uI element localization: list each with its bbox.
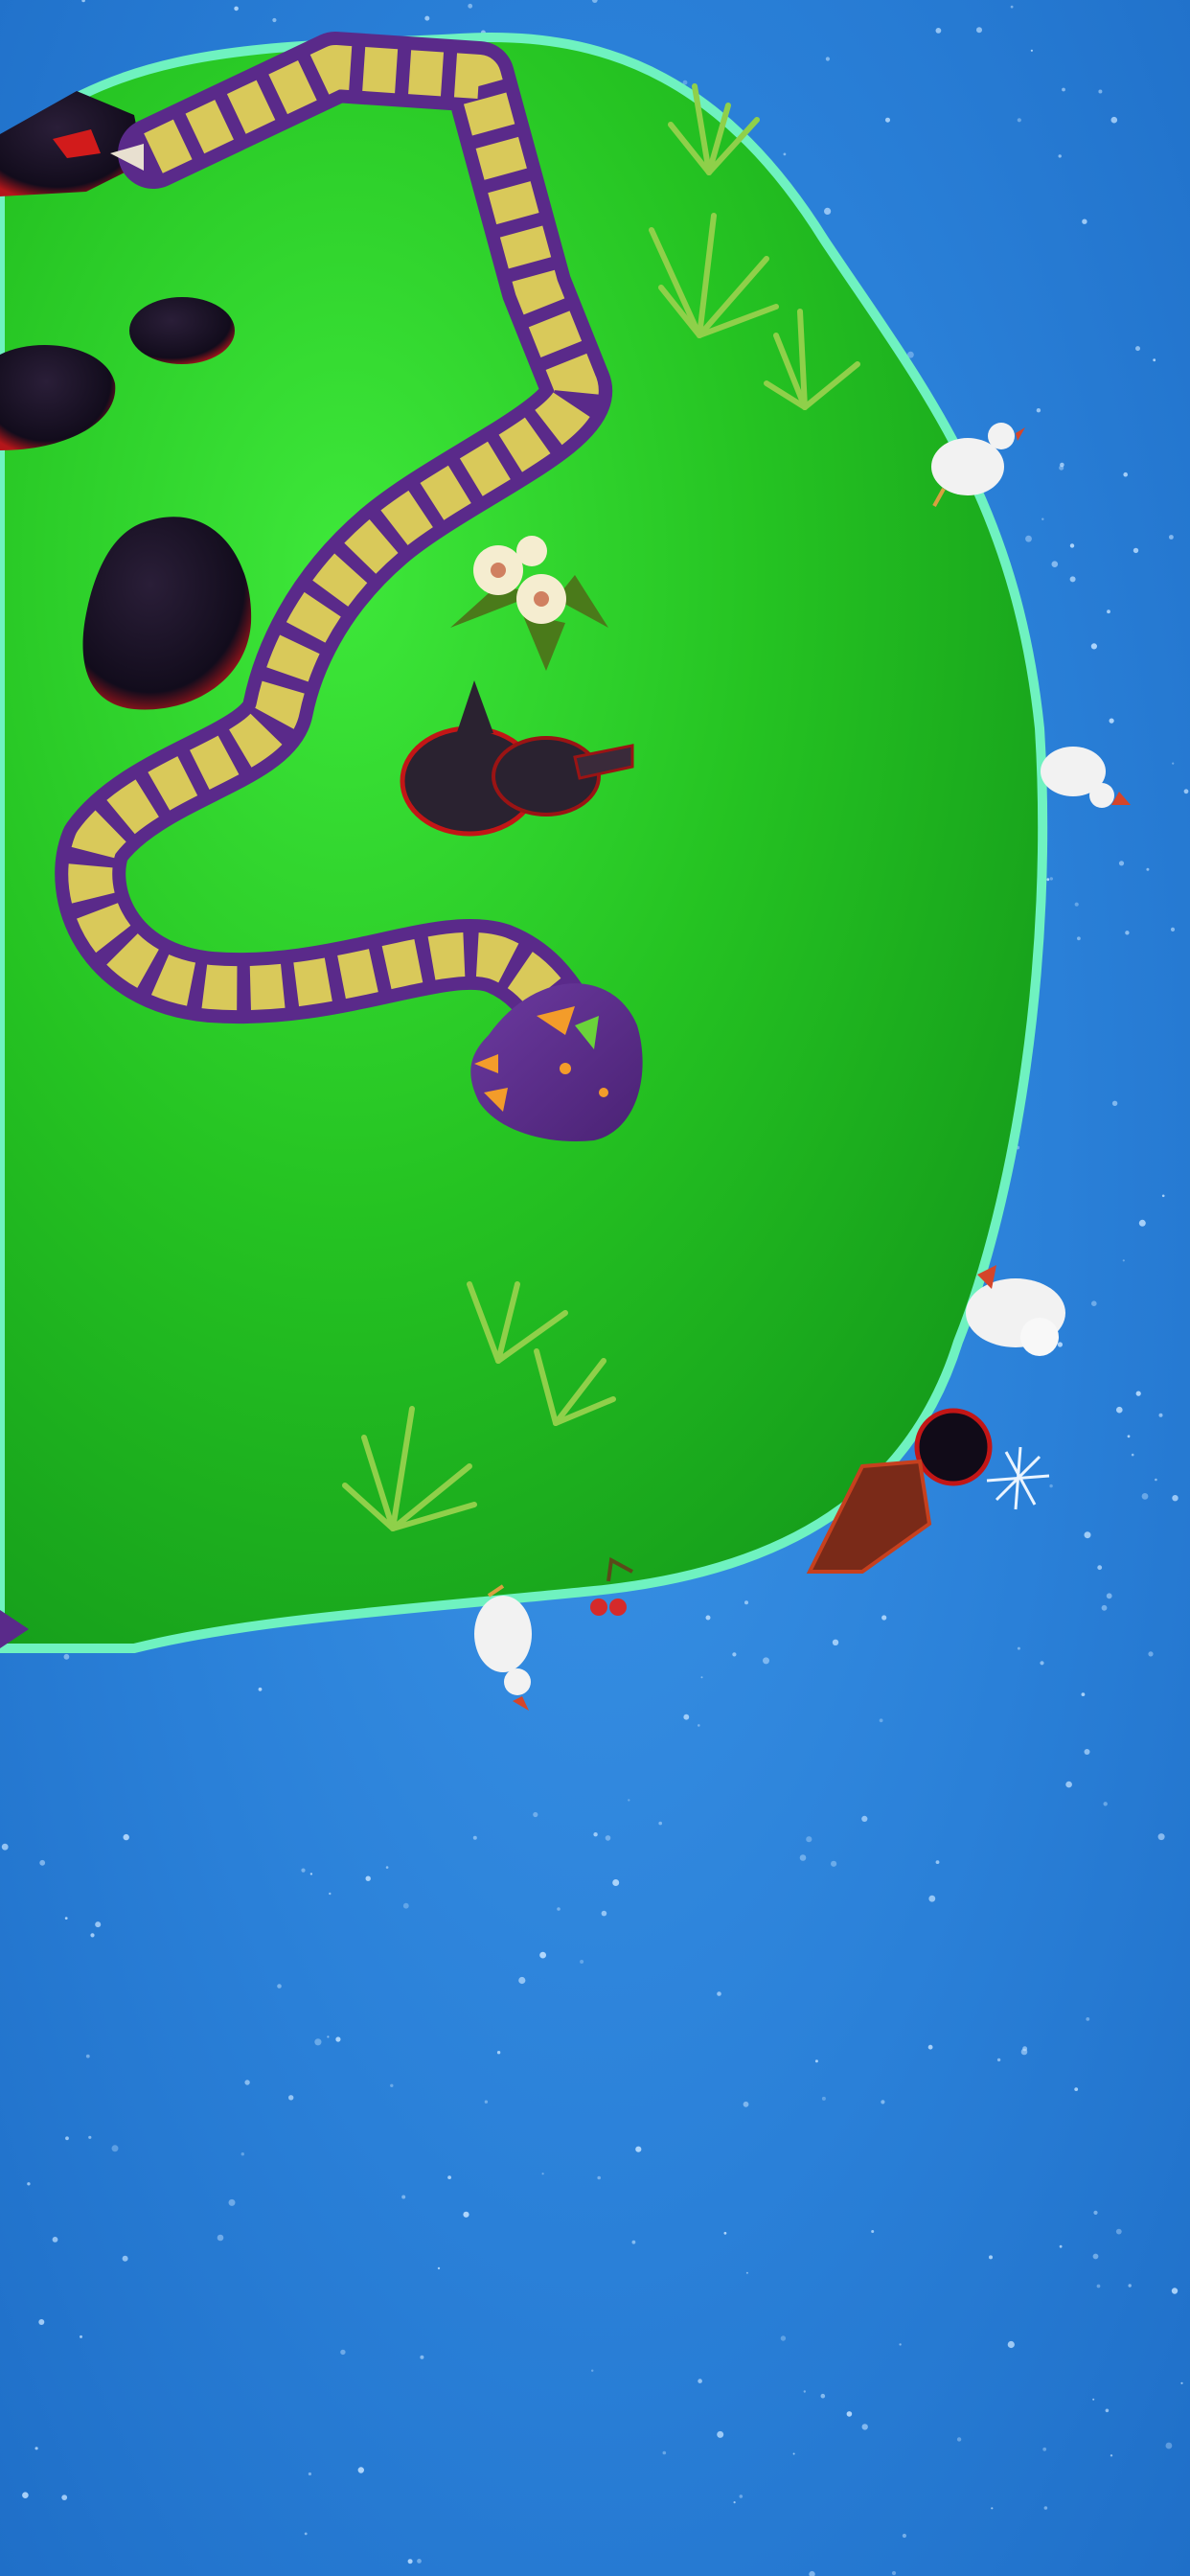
game-scene[interactable] xyxy=(0,0,1190,2576)
rock-obstacle-small xyxy=(129,297,235,364)
planet-layer xyxy=(0,32,1131,1711)
sparkle-icon xyxy=(986,1446,1050,1510)
chicken-icon xyxy=(1041,747,1131,808)
